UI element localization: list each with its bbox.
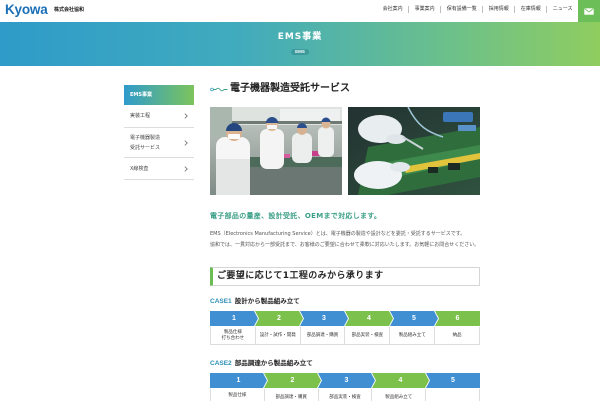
description: EMS（Electronics Manufacturing Service）とは…	[210, 229, 480, 251]
case1-title: CASE1 設計から製品組み立て	[210, 297, 300, 306]
case2-step-2: 2	[264, 373, 321, 388]
step-number: 1	[232, 315, 236, 322]
case1-step-4: 4	[345, 311, 393, 326]
step-label: 納品	[435, 327, 480, 344]
step-label: 部品調達・購買	[265, 389, 319, 401]
sidebar-item-label: X線検査	[130, 165, 149, 172]
case2-step-labels: 製品仕様 部品調達・購買 部品実装・検査 製品組み立て	[210, 389, 480, 401]
nav-item-stock[interactable]: 在庫情報	[514, 6, 546, 13]
step-label: 製品組み立て	[372, 389, 427, 401]
nav-item-company[interactable]: 会社案内	[377, 6, 408, 13]
step-number: 2	[290, 377, 295, 384]
sidebar-item-mounting-process[interactable]: 実装工程	[124, 105, 194, 128]
step-label-text: 部品実装・検査	[351, 332, 384, 338]
case1-step-1: 1	[210, 311, 258, 326]
step-label-text: 製品仕様	[228, 393, 247, 398]
step-label: 部品調達・購買	[301, 327, 346, 344]
step-label-text: 納品	[452, 332, 462, 338]
page-title-tag: EMS	[291, 49, 309, 55]
case1-label: CASE1	[210, 298, 232, 305]
step-label-text: 部品調達・購買	[275, 395, 307, 400]
step-label	[426, 389, 480, 401]
logo-text: Kyowa	[5, 2, 48, 17]
description-line-2: 協和では、一貫対応から一部受託まで、お客様のご要望に合わせて柔軟に対応いたします…	[210, 242, 480, 248]
case2-step-1: 1	[210, 373, 267, 388]
circuit-assembly-image	[348, 107, 480, 195]
nav-item-recruit[interactable]: 採用情報	[482, 6, 514, 13]
step-number: 6	[455, 315, 460, 322]
wave-line-icon	[210, 87, 228, 92]
sidebar-nav: EMS事業 実装工程 電子機器製造 受託サービス X線検査	[124, 85, 194, 180]
step-label-text: 製品組み立て	[385, 395, 413, 400]
chevron-right-icon	[184, 139, 188, 146]
step-label: 部品実装・検査	[319, 389, 373, 401]
sidebar-item-label-line2: 受託サービス	[130, 144, 161, 151]
circuit-assembly-photo	[348, 107, 480, 195]
step-label-text: 部品実装・検査	[329, 395, 361, 400]
sidebar-item-label: 実装工程	[130, 113, 151, 119]
contact-mail-button[interactable]	[578, 0, 600, 22]
case1-steps: 1 2 3 4 5 6	[210, 311, 480, 326]
site-header: Kyowa 株式会社協和 会社案内 事業案内 保有設備一覧 採用情報 在庫情報 …	[0, 0, 600, 22]
case1-step-labels: 製品仕様 打ち合わせ 設計・試作・開発 部品調達・購買 部品実装・検査 製品組み…	[210, 327, 480, 345]
case2-step-5: 5	[426, 373, 480, 388]
sidebar-item-label: EMS事業	[130, 92, 152, 98]
case2-name: 部品調達から製品組み立て	[234, 359, 313, 367]
case2-step-3: 3	[318, 373, 375, 388]
section-title: 電子機器製造受託サービス	[210, 82, 480, 96]
step-number: 5	[412, 315, 416, 322]
lead-text: 電子部品の量産、設計受託、OEMまで対応します。	[210, 212, 382, 220]
step-label-text: 製品組み立て	[398, 332, 426, 338]
case2-label: CASE2	[210, 360, 232, 367]
step-label: 製品組み立て	[390, 327, 436, 344]
step-number: 3	[344, 377, 349, 384]
step-label: 部品実装・検査	[345, 327, 391, 344]
chevron-right-icon	[184, 165, 188, 172]
section-heading-box: ご要望に応じて1工程のみから承ります	[210, 267, 480, 286]
case1-step-5: 5	[390, 311, 438, 326]
kyowa-logo[interactable]: Kyowa 株式会社協和	[0, 0, 90, 22]
step-number: 2	[277, 315, 281, 322]
nav-item-business[interactable]: 事業案内	[408, 6, 440, 13]
nav-item-news[interactable]: ニュース	[546, 6, 578, 13]
company-name: 株式会社協和	[54, 7, 85, 13]
section-title-text: 電子機器製造受託サービス	[230, 83, 350, 94]
sidebar-item-ems-service[interactable]: 電子機器製造 受託サービス	[124, 128, 194, 158]
case1-step-2: 2	[255, 311, 303, 326]
page-title: EMS事業	[277, 32, 323, 42]
step-number: 3	[322, 315, 326, 322]
step-number: 5	[451, 377, 455, 384]
section-heading: ご要望に応じて1工程のみから承ります	[217, 271, 384, 281]
page-banner: EMS事業 EMS	[0, 22, 600, 66]
sidebar-item-label-line1: 電子機器製造	[130, 134, 161, 141]
case2-step-4: 4	[372, 373, 429, 388]
case1-name: 設計から製品組み立て	[234, 297, 300, 305]
case2-steps: 1 2 3 4 5	[210, 373, 480, 388]
case2-title: CASE2 部品調達から製品組み立て	[210, 359, 313, 368]
step-number: 4	[398, 377, 403, 384]
step-label-text: 部品調達・購買	[306, 332, 339, 338]
case1-step-3: 3	[300, 311, 348, 326]
work-table	[240, 151, 342, 195]
chevron-right-icon	[184, 113, 188, 119]
factory-workers-image	[210, 107, 342, 195]
global-nav: 会社案内 事業案内 保有設備一覧 採用情報 在庫情報 ニュース	[377, 6, 578, 13]
step-label: 製品仕様 打ち合わせ	[211, 327, 256, 344]
sidebar-item-ems[interactable]: EMS事業	[124, 85, 194, 105]
sidebar-item-xray-inspection[interactable]: X線検査	[124, 158, 194, 180]
description-line-1: EMS（Electronics Manufacturing Service）とは…	[210, 231, 466, 237]
step-number: 1	[236, 377, 241, 384]
mail-icon	[584, 7, 594, 15]
step-label: 製品仕様	[211, 389, 265, 401]
step-label-line2: 打ち合わせ	[221, 335, 245, 341]
step-label-text: 設計・試作・開発	[259, 332, 296, 338]
step-number: 4	[367, 315, 371, 322]
nav-item-equipment[interactable]: 保有設備一覧	[440, 6, 482, 13]
case1-step-6: 6	[435, 311, 480, 326]
factory-workers-photo	[210, 107, 342, 195]
step-label: 設計・試作・開発	[256, 327, 301, 344]
